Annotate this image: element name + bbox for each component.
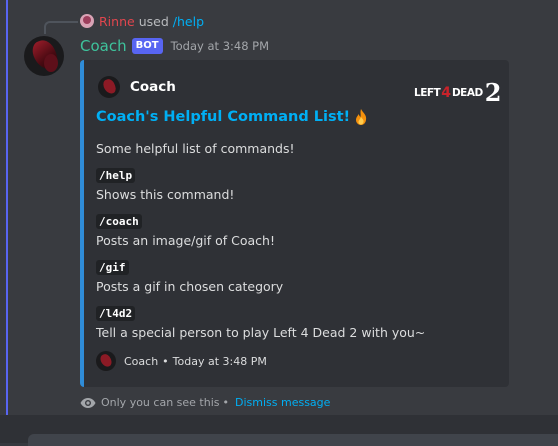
embed-footer: Coach • Today at 3:48 PM bbox=[96, 351, 267, 371]
reply-command[interactable]: /help bbox=[173, 14, 204, 29]
embed-author-name: Coach bbox=[130, 79, 176, 95]
embed-description: Some helpful list of commands! /help Sho… bbox=[96, 140, 496, 341]
embed: Coach LEFT 4 DEAD 2 Coach's Helpful Comm… bbox=[80, 60, 509, 387]
embed-description-text: Some helpful list of commands! bbox=[96, 141, 295, 156]
command-code: /gif bbox=[96, 260, 129, 275]
reply-reference[interactable]: Rinne used /help bbox=[80, 12, 204, 30]
highlight-bar bbox=[6, 0, 8, 415]
avatar-art-detail bbox=[44, 54, 58, 72]
l4d2-logo-thumbnail[interactable]: LEFT 4 DEAD 2 bbox=[414, 80, 501, 106]
command-code: /coach bbox=[96, 214, 142, 229]
logo-dead-text: DEAD bbox=[451, 87, 483, 99]
reply-used-text: used bbox=[138, 13, 169, 29]
message-timestamp[interactable]: Today at 3:48 PM bbox=[171, 39, 269, 53]
embed-title-text: Coach's Helpful Command List! bbox=[96, 109, 351, 125]
dismiss-message-link[interactable]: Dismiss message bbox=[235, 396, 330, 409]
logo-left-text: LEFT bbox=[414, 87, 441, 99]
author-avatar[interactable] bbox=[24, 36, 64, 76]
command-help: /help Shows this command! bbox=[96, 167, 496, 203]
embed-title: Coach's Helpful Command List! bbox=[96, 108, 368, 126]
command-description: Tell a special person to play Left 4 Dea… bbox=[96, 325, 426, 340]
command-code: /l4d2 bbox=[96, 306, 136, 321]
logo-four: 4 bbox=[441, 85, 451, 101]
reply-username[interactable]: Rinne bbox=[99, 14, 135, 29]
command-description: Posts a gif in chosen category bbox=[96, 279, 284, 294]
ephemeral-notice: Only you can see this • Dismiss message bbox=[80, 396, 330, 409]
embed-author-avatar bbox=[98, 76, 120, 98]
command-code: /help bbox=[96, 168, 136, 183]
eye-icon bbox=[80, 397, 96, 408]
ephemeral-separator: • bbox=[222, 396, 230, 409]
footer-name: Coach bbox=[124, 354, 159, 368]
message-input[interactable] bbox=[28, 434, 558, 446]
command-l4d2: /l4d2 Tell a special person to play Left… bbox=[96, 305, 496, 341]
embed-author: Coach bbox=[98, 76, 176, 98]
message-header: Coach BOT Today at 3:48 PM bbox=[80, 36, 269, 56]
command-description: Posts an image/gif of Coach! bbox=[96, 233, 275, 248]
reply-avatar[interactable] bbox=[80, 14, 94, 28]
command-gif: /gif Posts a gif in chosen category bbox=[96, 259, 496, 295]
logo-two: 2 bbox=[484, 78, 502, 107]
reply-spine bbox=[44, 21, 78, 34]
command-description: Shows this command! bbox=[96, 187, 235, 202]
footer-timestamp: Today at 3:48 PM bbox=[172, 354, 267, 368]
bot-tag: BOT bbox=[131, 38, 163, 54]
fire-icon bbox=[356, 109, 367, 125]
footer-separator: • bbox=[162, 354, 169, 368]
author-name[interactable]: Coach bbox=[80, 37, 127, 55]
footer-avatar bbox=[96, 351, 116, 371]
command-coach: /coach Posts an image/gif of Coach! bbox=[96, 213, 496, 249]
ephemeral-text: Only you can see this bbox=[101, 396, 220, 409]
